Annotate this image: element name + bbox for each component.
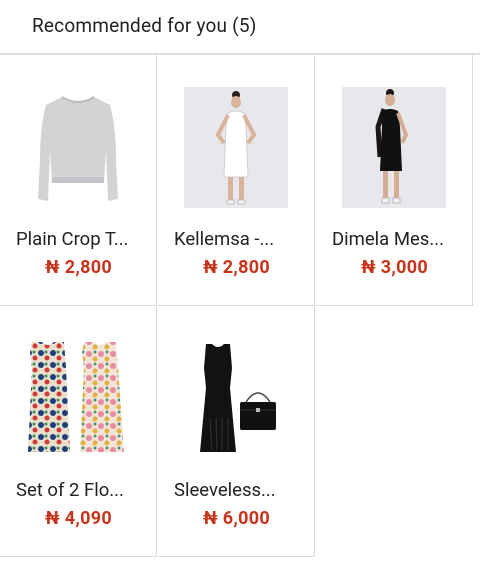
product-image-grey-sweatshirt[interactable] <box>26 87 130 208</box>
product-grid: Plain Crop T... ₦ 2,800 Kellemsa -... ₦ … <box>0 55 480 560</box>
product-card[interactable]: Set of 2 Flo... ₦ 4,090 <box>0 306 157 557</box>
product-card[interactable]: Dimela Mes... ₦ 3,000 <box>316 55 473 306</box>
product-name[interactable]: Sleeveless... <box>174 479 306 501</box>
product-card[interactable]: Kellemsa -... ₦ 2,800 <box>158 55 315 306</box>
product-card[interactable]: Plain Crop T... ₦ 2,800 <box>0 55 157 306</box>
product-name[interactable]: Kellemsa -... <box>174 228 306 250</box>
product-price: ₦ 6,000 <box>203 508 270 529</box>
product-price: ₦ 2,800 <box>203 257 270 278</box>
product-image-white-dress-model[interactable] <box>184 87 288 208</box>
product-price: ₦ 3,000 <box>361 257 428 278</box>
product-image-black-dress-model[interactable] <box>342 87 446 208</box>
product-image-floral-dresses[interactable] <box>26 338 130 459</box>
product-name[interactable]: Dimela Mes... <box>332 228 464 250</box>
product-name[interactable]: Plain Crop T... <box>16 228 148 250</box>
product-price: ₦ 4,090 <box>45 508 112 529</box>
product-card[interactable]: Sleeveless... ₦ 6,000 <box>158 306 315 557</box>
section-title: Recommended for you (5) <box>32 13 257 37</box>
product-name[interactable]: Set of 2 Flo... <box>16 479 148 501</box>
product-price: ₦ 2,800 <box>45 257 112 278</box>
section-header: Recommended for you (5) <box>0 0 480 55</box>
product-image-black-dress-with-bag[interactable] <box>184 338 288 459</box>
empty-grid-slot <box>316 306 473 557</box>
